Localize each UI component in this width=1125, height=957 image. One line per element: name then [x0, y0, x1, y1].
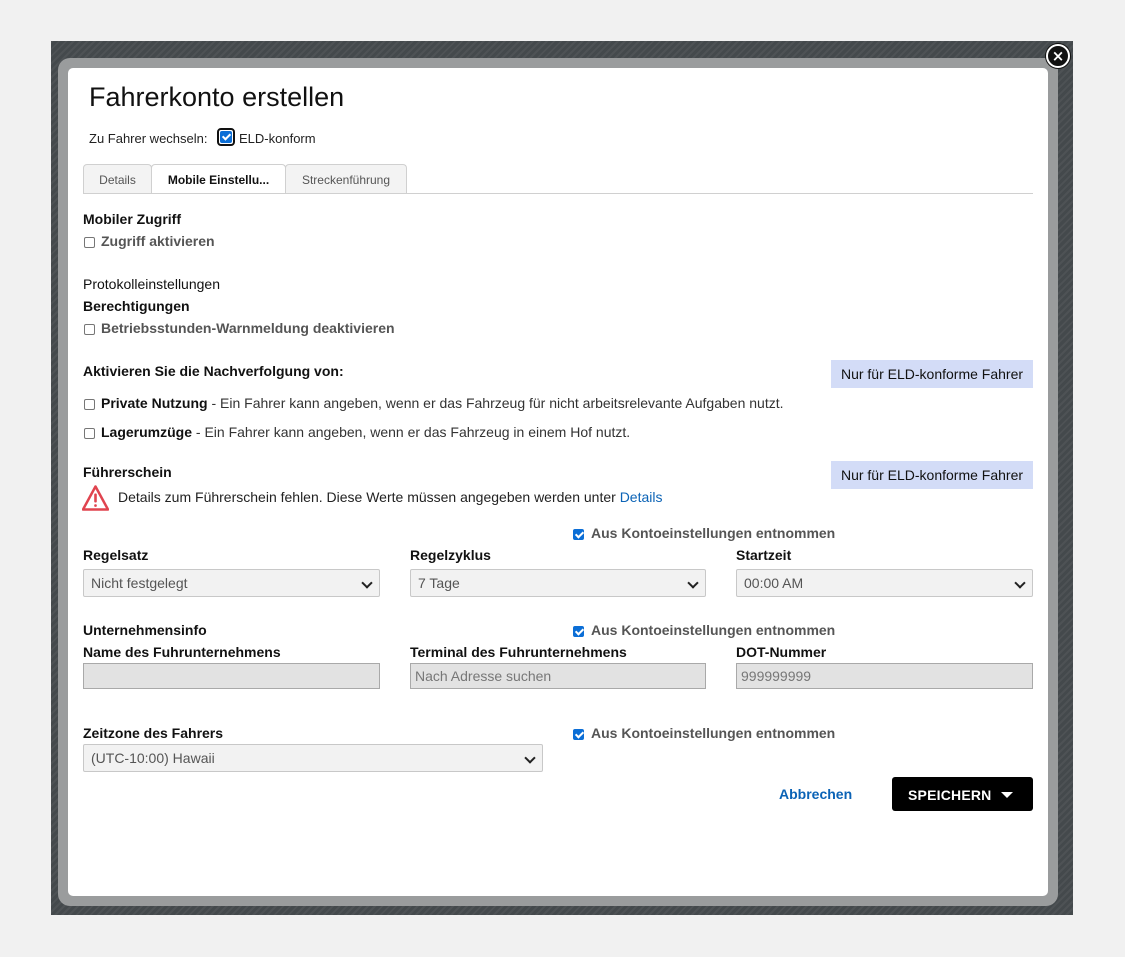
permissions-heading: Berechtigungen	[83, 298, 190, 314]
cycle-select[interactable]: 7 Tage	[410, 569, 706, 597]
tab-divider	[83, 193, 1033, 194]
company-from-account-label[interactable]: Aus Kontoeinstellungen entnommen	[591, 622, 835, 638]
rules-from-account-label[interactable]: Aus Kontoeinstellungen entnommen	[591, 525, 835, 541]
yard-moves-title: Lagerumzüge	[101, 424, 193, 440]
yard-moves-option[interactable]: Lagerumzüge - Ein Fahrer kann angeben, w…	[101, 424, 630, 440]
carrier-terminal-label: Terminal des Fuhrunternehmens	[410, 644, 627, 660]
chevron-down-icon	[1014, 577, 1026, 589]
hours-warning-checkbox[interactable]	[84, 324, 95, 335]
rules-from-account-checkbox[interactable]	[573, 529, 584, 540]
tracking-heading: Aktivieren Sie die Nachverfolgung von:	[83, 363, 344, 379]
license-warning-text: Details zum Führerschein fehlen. Diese W…	[118, 489, 620, 505]
cycle-label: Regelzyklus	[410, 547, 491, 563]
cancel-button[interactable]: Abbrechen	[779, 786, 852, 802]
yard-moves-description: - Ein Fahrer kann angeben, wenn er das F…	[192, 424, 631, 440]
eld-compliant-label[interactable]: ELD-konform	[239, 131, 316, 146]
caret-down-icon[interactable]	[1001, 792, 1013, 798]
dialog-title: Fahrerkonto erstellen	[89, 82, 345, 112]
ruleset-label: Regelsatz	[83, 547, 149, 563]
yard-moves-checkbox[interactable]	[84, 428, 95, 439]
tab-details[interactable]: Details	[83, 164, 152, 193]
ruleset-select[interactable]: Nicht festgelegt	[83, 569, 380, 597]
timezone-label: Zeitzone des Fahrers	[83, 725, 224, 741]
license-details-link[interactable]: Details	[620, 489, 663, 505]
switch-driver-label: Zu Fahrer wechseln:	[89, 131, 208, 146]
save-button-label: SPEICHERN	[908, 787, 992, 803]
warning-icon	[82, 485, 109, 511]
timezone-from-account-checkbox[interactable]	[573, 729, 584, 740]
start-time-select[interactable]: 00:00 AM	[736, 569, 1033, 597]
company-info-heading: Unternehmensinfo	[83, 622, 207, 638]
dot-number-input[interactable]: 999999999	[736, 663, 1033, 689]
license-heading: Führerschein	[83, 464, 172, 480]
timezone-value: (UTC-10:00) Hawaii	[91, 750, 215, 766]
private-use-description: - Ein Fahrer kann angeben, wenn er das F…	[207, 395, 784, 411]
cycle-value: 7 Tage	[418, 575, 460, 591]
chevron-down-icon	[687, 577, 699, 589]
hours-warning-label[interactable]: Betriebsstunden-Warnmeldung deaktivieren	[101, 320, 395, 336]
tab-mobile-settings[interactable]: Mobile Einstellu...	[151, 164, 286, 194]
private-use-option[interactable]: Private Nutzung - Ein Fahrer kann angebe…	[101, 395, 784, 411]
chevron-down-icon	[524, 752, 536, 764]
close-icon[interactable]: ×	[1046, 44, 1070, 68]
mobile-access-heading: Mobiler Zugriff	[83, 211, 181, 227]
eld-compliant-checkbox[interactable]	[217, 128, 235, 146]
private-use-title: Private Nutzung	[101, 395, 208, 411]
protocol-settings-heading: Protokolleinstellungen	[83, 276, 220, 292]
carrier-name-label: Name des Fuhrunternehmens	[83, 644, 281, 660]
timezone-select[interactable]: (UTC-10:00) Hawaii	[83, 744, 543, 772]
enable-access-label[interactable]: Zugriff aktivieren	[101, 233, 215, 249]
private-use-checkbox[interactable]	[84, 399, 95, 410]
ruleset-value: Nicht festgelegt	[91, 575, 188, 591]
start-time-label: Startzeit	[736, 547, 792, 563]
eld-only-badge-license: Nur für ELD-konforme Fahrer	[831, 461, 1033, 489]
start-time-value: 00:00 AM	[744, 575, 804, 591]
timezone-from-account-label[interactable]: Aus Kontoeinstellungen entnommen	[591, 725, 835, 741]
chevron-down-icon	[361, 577, 373, 589]
carrier-terminal-input[interactable]: Nach Adresse suchen	[410, 663, 706, 689]
tab-routing[interactable]: Streckenführung	[285, 164, 407, 193]
license-warning: Details zum Führerschein fehlen. Diese W…	[118, 489, 662, 505]
carrier-name-input[interactable]	[83, 663, 380, 689]
company-from-account-checkbox[interactable]	[573, 626, 584, 637]
dot-number-label: DOT-Nummer	[736, 644, 827, 660]
enable-access-checkbox[interactable]	[84, 237, 95, 248]
save-button[interactable]: SPEICHERN	[892, 777, 1033, 811]
eld-only-badge: Nur für ELD-konforme Fahrer	[831, 360, 1033, 388]
